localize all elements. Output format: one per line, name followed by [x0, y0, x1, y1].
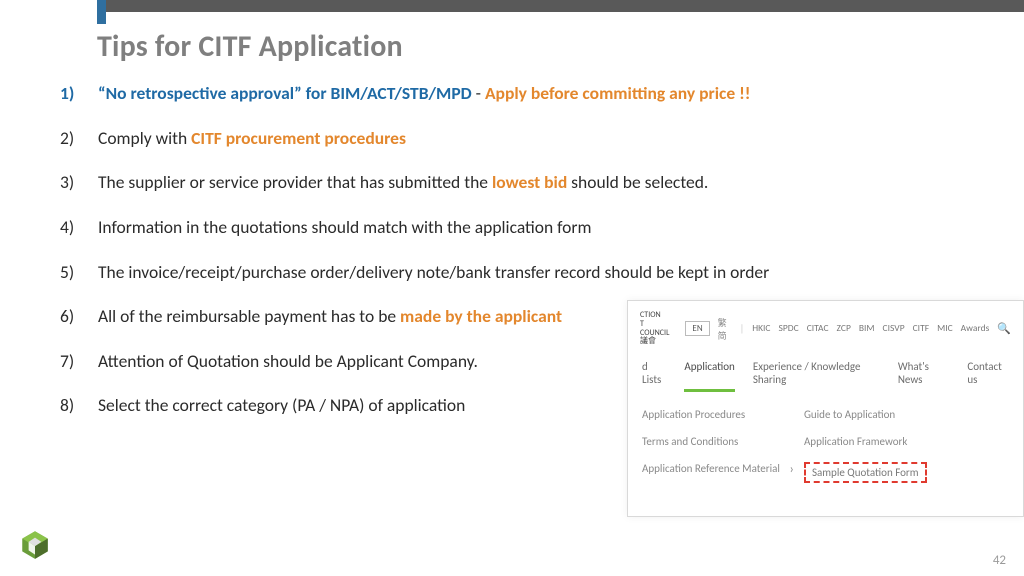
brand-hkic[interactable]: HKIC: [752, 322, 770, 335]
lang-other[interactable]: 繁 简: [718, 316, 732, 342]
brand-zcp[interactable]: ZCP: [837, 322, 851, 335]
nav-news[interactable]: What's News: [898, 360, 950, 386]
tip-1-dash: -: [472, 82, 485, 104]
submenu-terms[interactable]: Terms and Conditions: [642, 435, 780, 448]
nav-eks[interactable]: Experience / Knowledge Sharing: [753, 360, 880, 386]
website-submenu: Application Procedures Terms and Conditi…: [628, 386, 1023, 487]
tip-5-text: The invoice/receipt/purchase order/deliv…: [98, 261, 769, 283]
tip-4: Information in the quotations should mat…: [60, 216, 960, 240]
website-header: CTION T COUNCIL 議會 EN 繁 简 | HKIC SPDC CI…: [628, 301, 1023, 350]
tip-6-a: All of the reimbursable payment has to b…: [98, 305, 400, 327]
submenu-left: Application Procedures Terms and Conditi…: [642, 408, 780, 483]
submenu-guide[interactable]: Guide to Application: [804, 408, 927, 421]
website-logo-text: CTION T COUNCIL 議會: [640, 311, 669, 346]
tip-8-text: Select the correct category (PA / NPA) o…: [98, 394, 465, 416]
tip-2-orange: CITF procurement procedures: [191, 127, 406, 149]
tip-1-blue: “No retrospective approval” for BIM/ACT/…: [98, 82, 472, 104]
brand-mic[interactable]: MIC: [937, 322, 953, 335]
submenu-right: Guide to Application Application Framewo…: [804, 408, 927, 483]
logo-line-3: 議會: [640, 337, 669, 346]
tip-3: The supplier or service provider that ha…: [60, 171, 960, 195]
brand-awards[interactable]: Awards: [961, 322, 990, 335]
nav-lists[interactable]: d Lists: [642, 360, 666, 386]
search-icon[interactable]: 🔍: [997, 322, 1011, 335]
submenu-refmat[interactable]: Application Reference Material: [642, 462, 780, 475]
tip-5: The invoice/receipt/purchase order/deliv…: [60, 261, 960, 285]
brand-citac[interactable]: CITAC: [807, 322, 829, 335]
tip-7-text: Attention of Quotation should be Applica…: [98, 350, 478, 372]
submenu-procedures[interactable]: Application Procedures: [642, 408, 780, 421]
tip-2: Comply with CITF procurement procedures: [60, 127, 960, 151]
tip-3-b: should be selected.: [567, 171, 708, 193]
tip-1-orange: Apply before committing any price !!: [485, 82, 751, 104]
brand-citf[interactable]: CITF: [913, 322, 929, 335]
tip-1: “No retrospective approval” for BIM/ACT/…: [60, 82, 960, 106]
website-inset: CTION T COUNCIL 議會 EN 繁 简 | HKIC SPDC CI…: [627, 300, 1024, 517]
brand-row: HKIC SPDC CITAC ZCP BIM CISVP CITF MIC A…: [752, 322, 1011, 335]
logo-line-1: CTION: [640, 311, 669, 320]
header-accent: [97, 0, 106, 24]
website-nav: d Lists Application Experience / Knowled…: [628, 350, 1023, 386]
submenu-framework[interactable]: Application Framework: [804, 435, 927, 448]
tip-6-orange: made by the applicant: [400, 305, 562, 327]
page-title: Tips for CITF Application: [97, 28, 403, 65]
brand-spdc[interactable]: SPDC: [779, 322, 799, 335]
tip-3-orange: lowest bid: [492, 171, 567, 193]
brand-bim[interactable]: BIM: [859, 322, 875, 335]
logo-line-2: T COUNCIL: [640, 320, 669, 338]
brand-cisvp[interactable]: CISVP: [883, 322, 905, 335]
nav-application[interactable]: Application: [684, 360, 734, 386]
nav-contact[interactable]: Contact us: [967, 360, 1009, 386]
submenu-sample-highlight[interactable]: Sample Quotation Form: [804, 462, 927, 483]
footer-logo-icon: [18, 528, 52, 562]
page-number: 42: [993, 553, 1006, 568]
header-bar: [97, 0, 1024, 12]
tip-4-text: Information in the quotations should mat…: [98, 216, 591, 238]
tip-3-a: The supplier or service provider that ha…: [98, 171, 492, 193]
tip-2-a: Comply with: [98, 127, 191, 149]
lang-en-button[interactable]: EN: [685, 321, 709, 336]
